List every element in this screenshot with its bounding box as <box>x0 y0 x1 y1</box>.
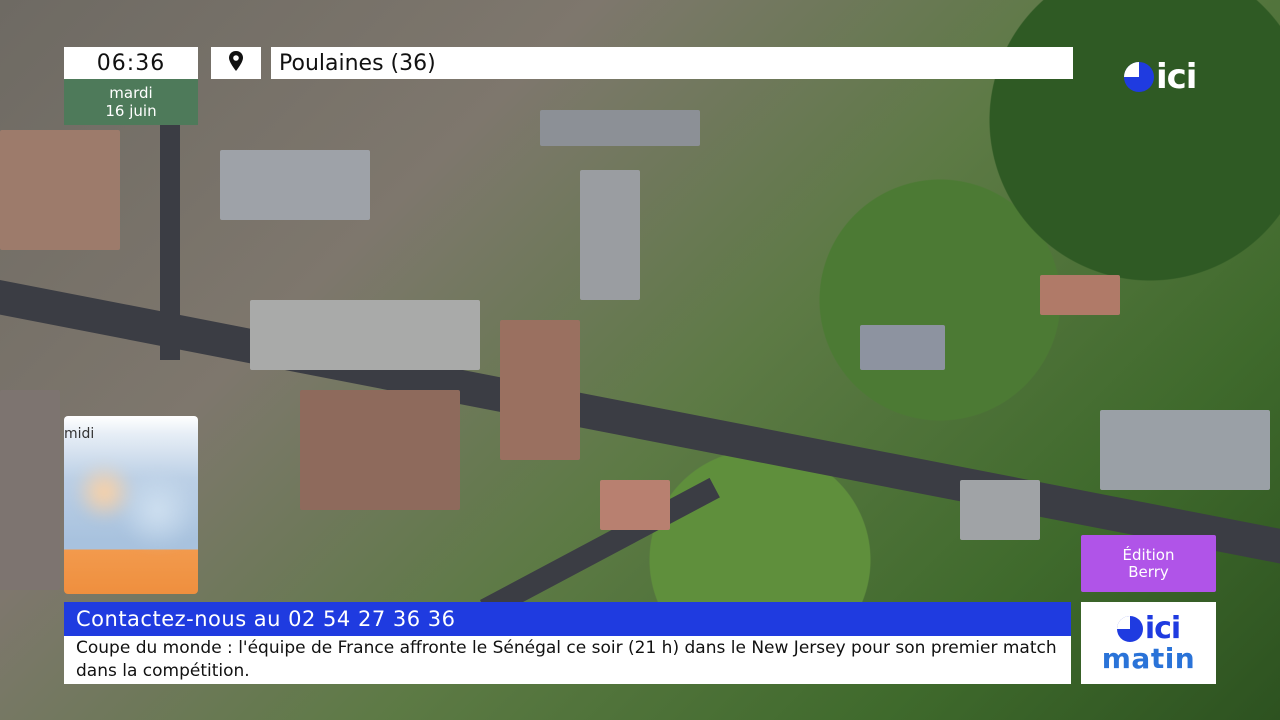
clock-date-value: 16 juin <box>105 102 157 120</box>
edition-badge: Édition Berry <box>1081 535 1216 592</box>
map-pin-icon <box>228 50 244 76</box>
show-logo-top: ici <box>1116 611 1181 646</box>
location-name: Poulaines (36) <box>271 47 1073 79</box>
edition-line1: Édition <box>1122 545 1175 564</box>
show-name: matin <box>1101 642 1196 675</box>
ticker-body: Coupe du monde : l'équipe de France affr… <box>64 636 1071 684</box>
ici-dot-icon <box>1116 616 1143 642</box>
ticker-headline: Contactez-nous au 02 54 27 36 36 <box>64 602 1071 636</box>
ici-dot-icon <box>1124 62 1154 92</box>
brand-logo: ici <box>1124 57 1197 97</box>
clock-day: mardi <box>109 84 153 102</box>
clock-date: mardi 16 juin <box>64 79 198 125</box>
weather-blurred-content <box>64 456 198 546</box>
show-logo: ici matin <box>1081 602 1216 684</box>
clock-time: 06:36 <box>64 47 198 79</box>
location-pin-box <box>211 47 261 79</box>
edition-line2: Berry <box>1128 562 1169 581</box>
weather-card: midi <box>64 416 198 594</box>
weather-period-label: midi <box>64 426 95 442</box>
brand-logo-text: ici <box>1156 57 1197 97</box>
show-logo-text: ici <box>1144 611 1181 646</box>
